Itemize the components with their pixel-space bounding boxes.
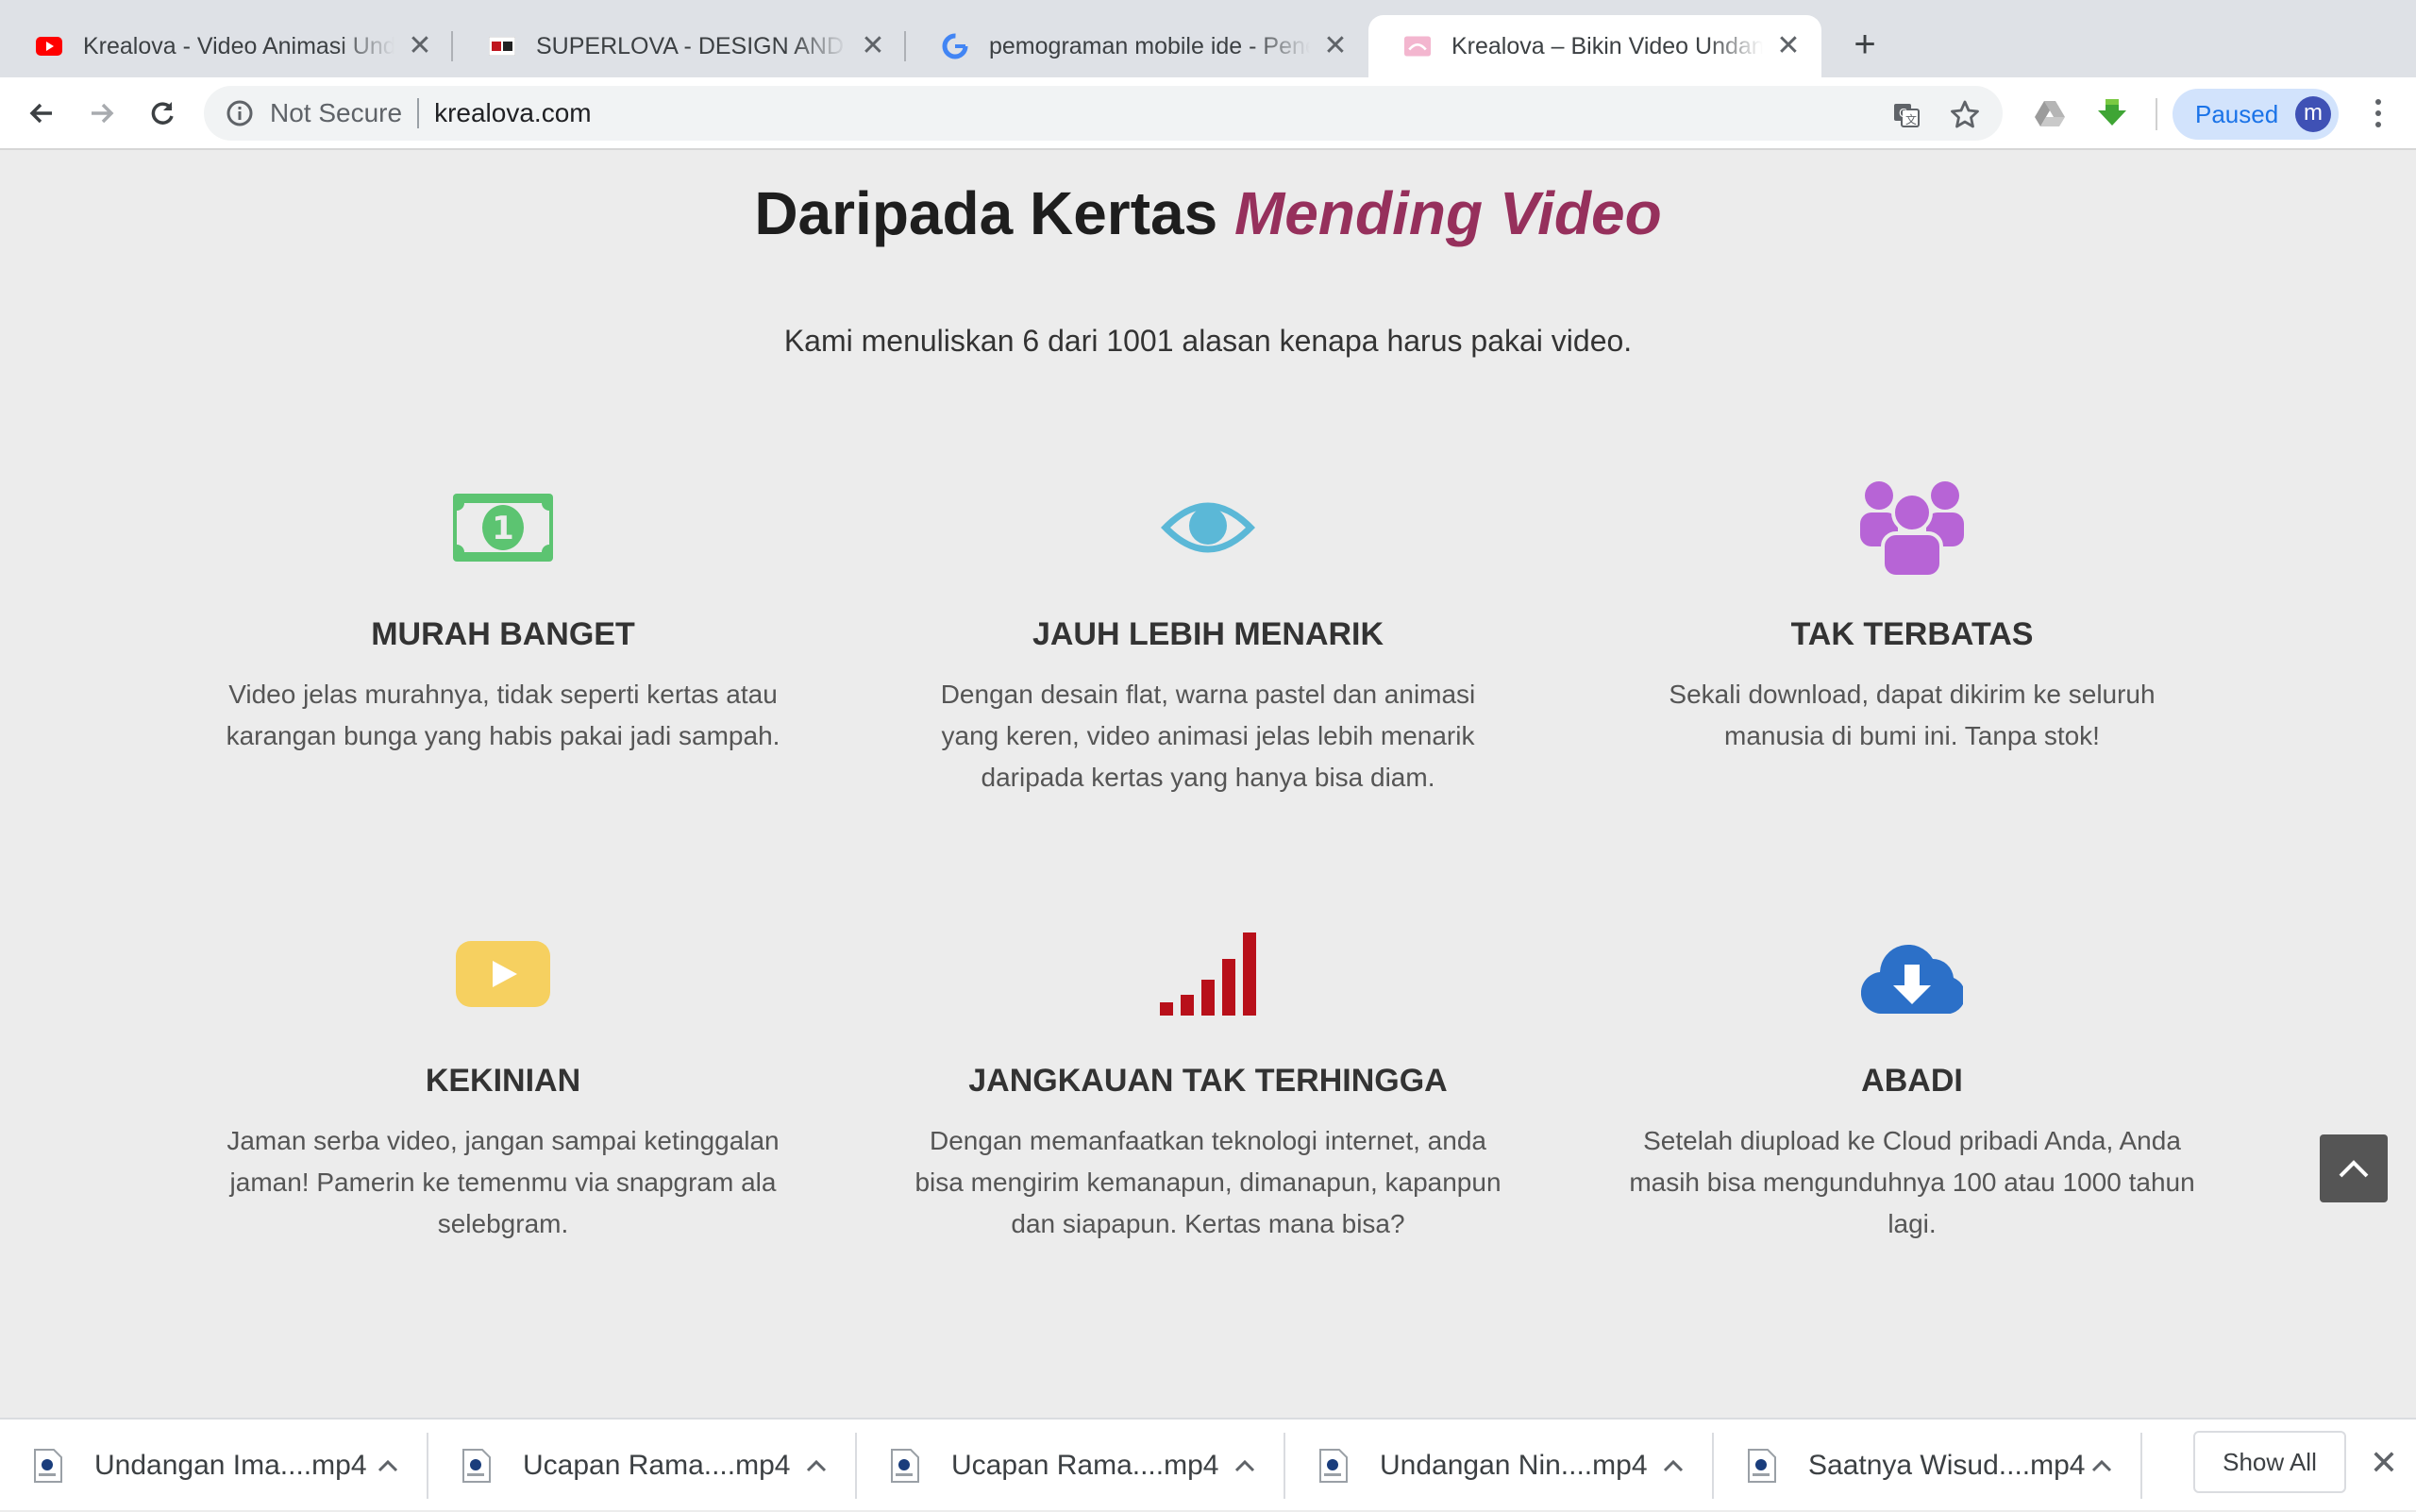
scroll-to-top-button[interactable] [2320, 1134, 2388, 1202]
browser-toolbar: Not Secure krealova.com G文 Paused m [0, 77, 2416, 150]
tab-title: SUPERLOVA - DESIGN AND CREATIVE [536, 32, 847, 59]
youtube-icon [36, 33, 62, 59]
omnibox-actions: G文 [1891, 99, 1980, 129]
url-text[interactable]: krealova.com [434, 98, 592, 128]
feature-murah-banget: 1 MURAH BANGET Video jelas murahnya, tid… [201, 471, 805, 757]
toolbar-divider [2156, 98, 2157, 130]
forward-button[interactable] [79, 91, 125, 136]
omnibox-divider [417, 98, 420, 128]
chevron-up-icon [2339, 1160, 2369, 1178]
google-icon [942, 33, 968, 59]
reload-icon [151, 102, 174, 125]
tab-title: Krealova - Video Animasi Undangan [83, 32, 394, 59]
translate-icon[interactable]: G文 [1891, 99, 1921, 129]
feature-description: Setelah diupload ke Cloud pribadi Anda, … [1629, 1126, 2195, 1238]
download-extension-icon[interactable] [2093, 94, 2131, 132]
feature-tak-terbatas: TAK TERBATAS Sekali download, dapat diki… [1610, 471, 2214, 757]
download-item[interactable]: Ucapan Rama....mp4 [428, 1420, 857, 1512]
back-arrow-icon [29, 103, 52, 124]
browser-menu-button[interactable] [2359, 94, 2397, 132]
menu-dot [2375, 122, 2381, 127]
page-content: Daripada Kertas Mending Video Kami menul… [0, 150, 2416, 1418]
feature-description: Jaman serba video, jangan sampai ketingg… [226, 1126, 780, 1238]
security-status[interactable]: Not Secure [270, 98, 402, 128]
headline-emphasis: Mending Video [1233, 179, 1662, 247]
feature-description: Video jelas murahnya, tidak seperti kert… [226, 680, 780, 750]
feature-abadi: ABADI Setelah diupload ke Cloud pribadi … [1610, 917, 2214, 1245]
avatar: m [2295, 96, 2331, 132]
video-file-icon [462, 1449, 491, 1483]
menu-dot [2375, 99, 2381, 105]
section-subtitle: Kami menuliskan 6 dari 1001 alasan kenap… [783, 324, 1633, 358]
tab-title: Krealova – Bikin Video Undangan [1451, 32, 1763, 59]
play-icon [201, 917, 805, 1031]
download-filename: Ucapan Rama....mp4 [523, 1450, 791, 1481]
video-file-icon [1319, 1449, 1348, 1483]
tab-close-icon[interactable]: ✕ [861, 32, 885, 60]
reload-button[interactable] [140, 91, 185, 136]
section-headline: Daripada Kertas Mending Video [0, 178, 2416, 248]
feature-title: JANGKAUAN TAK TERHINGGA [968, 1063, 1448, 1099]
chevron-up-icon[interactable] [1231, 1452, 1259, 1480]
feature-title: JAUH LEBIH MENARIK [1032, 616, 1384, 652]
chevron-up-icon[interactable] [2088, 1452, 2116, 1480]
feature-description: Dengan desain flat, warna pastel dan ani… [940, 680, 1476, 792]
close-shelf-icon[interactable]: ✕ [2365, 1444, 2403, 1482]
download-filename: Undangan Nin....mp4 [1380, 1450, 1648, 1481]
download-filename: Saatnya Wisud....mp4 [1808, 1450, 2086, 1481]
superlova-icon [489, 33, 515, 59]
tab-google-search[interactable]: pemograman mobile ide - Penelusuran Goog… [906, 15, 1368, 77]
tab-strip: Krealova - Video Animasi Undangan ✕ SUPE… [0, 0, 2416, 77]
feature-jauh-lebih-menarik: JAUH LEBIH MENARIK Dengan desain flat, w… [906, 471, 1510, 798]
krealova-icon [1404, 33, 1431, 59]
tab-close-icon[interactable]: ✕ [1323, 32, 1348, 60]
download-item[interactable]: Saatnya Wisud....mp4 [1714, 1420, 2142, 1512]
tab-krealova-active[interactable]: Krealova – Bikin Video Undangan ✕ [1368, 15, 1821, 77]
cloud-download-icon [1610, 917, 2214, 1031]
video-file-icon [891, 1449, 919, 1483]
menu-dot [2375, 110, 2381, 116]
tab-superlova[interactable]: SUPERLOVA - DESIGN AND CREATIVE ✕ [453, 15, 906, 77]
feature-description: Sekali download, dapat dikirim ke seluru… [1669, 680, 2156, 750]
eye-icon [906, 471, 1510, 584]
feature-jangkauan-tak-terhingga: JANGKAUAN TAK TERHINGGA Dengan memanfaat… [906, 917, 1510, 1245]
show-all-downloads-button[interactable]: Show All [2193, 1431, 2346, 1493]
feature-description: Dengan memanfaatkan teknologi internet, … [914, 1126, 1502, 1238]
info-icon[interactable] [225, 98, 255, 128]
new-tab-button[interactable]: + [1846, 25, 1884, 64]
tab-title: pemograman mobile ide - Penelusuran Goog… [989, 32, 1310, 59]
money-icon: 1 [201, 471, 805, 584]
tab-close-icon[interactable]: ✕ [408, 32, 432, 60]
svg-text:文: 文 [1905, 112, 1917, 126]
users-icon [1610, 471, 2214, 584]
chevron-up-icon[interactable] [1659, 1452, 1687, 1480]
svg-text:1: 1 [492, 510, 514, 547]
headline-plain: Daripada Kertas [754, 179, 1234, 247]
feature-title: KEKINIAN [425, 1063, 581, 1099]
back-button[interactable] [19, 91, 64, 136]
download-shelf: Undangan Ima....mp4 Ucapan Rama....mp4 U… [0, 1418, 2416, 1510]
address-bar[interactable]: Not Secure krealova.com G文 [204, 86, 2003, 141]
feature-title: MURAH BANGET [371, 616, 635, 652]
download-filename: Ucapan Rama....mp4 [951, 1450, 1219, 1481]
download-item[interactable]: Undangan Ima....mp4 [0, 1420, 428, 1512]
chevron-up-icon[interactable] [374, 1452, 402, 1480]
feature-title: TAK TERBATAS [1790, 616, 2034, 652]
video-file-icon [34, 1449, 62, 1483]
profile-button[interactable]: Paused m [2173, 89, 2339, 140]
bookmark-star-icon[interactable] [1950, 99, 1980, 129]
google-drive-icon[interactable] [2031, 94, 2069, 132]
tab-close-icon[interactable]: ✕ [1776, 32, 1801, 60]
tab-krealova-youtube[interactable]: Krealova - Video Animasi Undangan ✕ [0, 15, 453, 77]
download-item[interactable]: Undangan Nin....mp4 [1285, 1420, 1714, 1512]
feature-title: ABADI [1861, 1063, 1963, 1099]
download-filename: Undangan Ima....mp4 [94, 1450, 367, 1481]
video-file-icon [1748, 1449, 1776, 1483]
chevron-up-icon[interactable] [802, 1452, 830, 1480]
download-item[interactable]: Ucapan Rama....mp4 [857, 1420, 1285, 1512]
profile-status: Paused [2195, 99, 2279, 128]
signal-icon [906, 917, 1510, 1031]
forward-arrow-icon [92, 103, 114, 124]
feature-kekinian: KEKINIAN Jaman serba video, jangan sampa… [201, 917, 805, 1245]
